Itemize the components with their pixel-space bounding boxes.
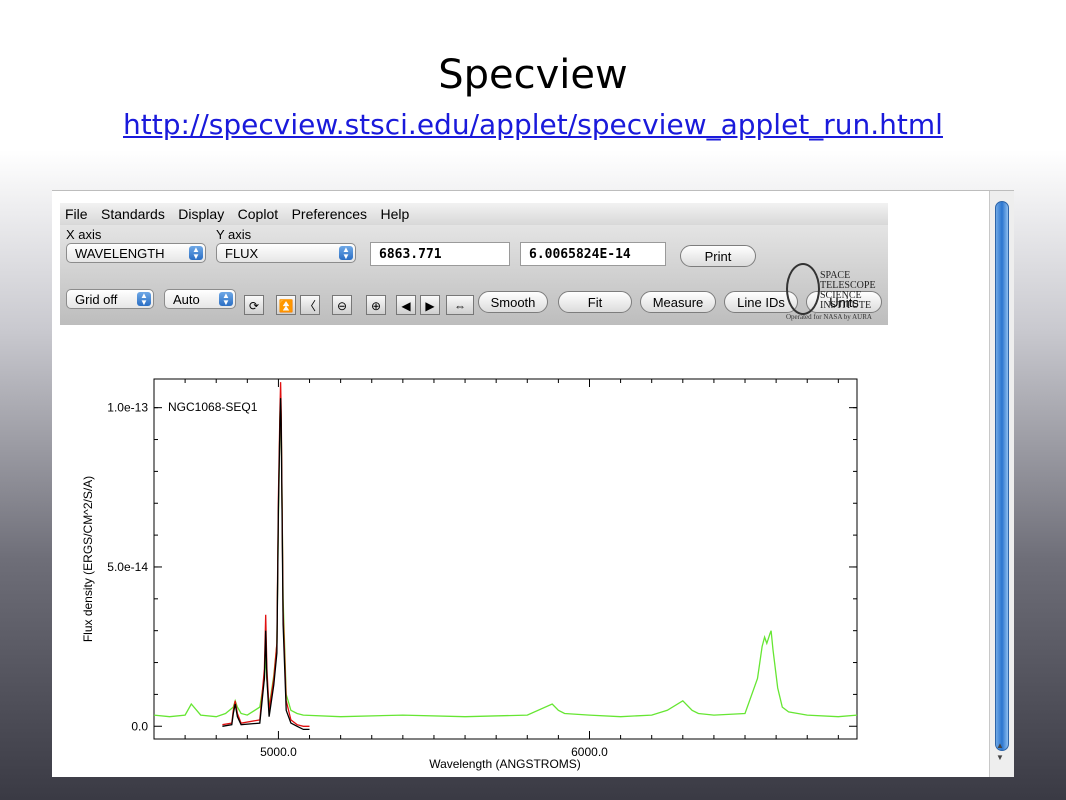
vertical-scrollbar[interactable]: ▲ ▼ [989,191,1014,777]
plot-title: NGC1068-SEQ1 [168,400,258,414]
slide-link[interactable]: http://specview.stsci.edu/applet/specvie… [0,108,1066,141]
x-axis-title: Wavelength (ANGSTROMS) [429,757,581,771]
plot-frame [153,378,858,740]
scroll-down-icon[interactable]: ▼ [996,753,1004,762]
x-tick-label: 5000.0 [260,745,297,759]
slide-title: Specview [438,52,628,98]
y-axis-title: Flux density (ERGS/CM^2/S/A) [81,476,95,642]
spectrum-plot[interactable]: 5000.0 6000.00.05.0e-141.0e-13 NGC1068-SE… [52,191,990,777]
scroll-up-icon[interactable]: ▲ [996,741,1004,750]
y-tick-label: 5.0e-14 [107,560,148,574]
specview-window: File Standards Display Coplot Preference… [52,190,1014,777]
scroll-thumb[interactable] [995,201,1009,751]
y-tick-label: 0.0 [131,719,148,733]
y-tick-label: 1.0e-13 [107,401,148,415]
